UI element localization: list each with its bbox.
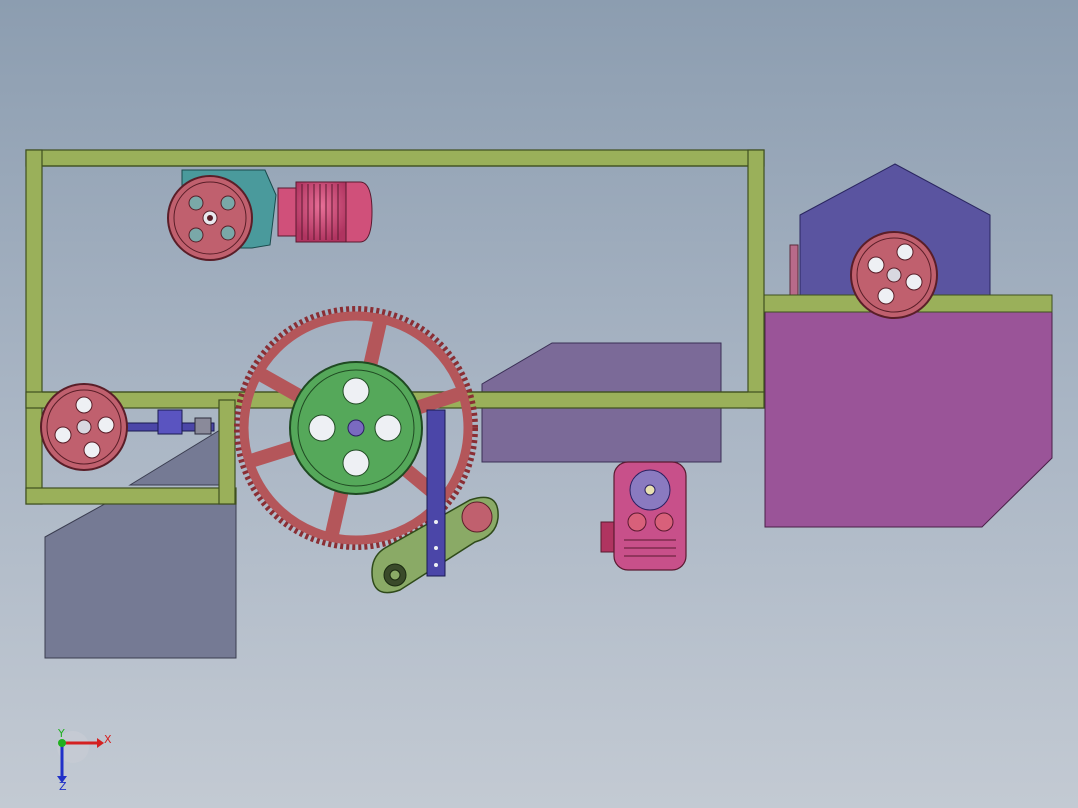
chute-top <box>128 429 221 486</box>
motor-reducer[interactable] <box>167 169 373 261</box>
vertical-bracket <box>426 409 446 577</box>
y-axis-dot <box>58 739 66 747</box>
frame-left-post <box>25 149 43 505</box>
motor-coupling <box>277 187 299 237</box>
top-pulley[interactable] <box>167 175 253 261</box>
motor-end-cap <box>345 181 373 243</box>
x-axis-label: X <box>104 733 112 746</box>
chute[interactable] <box>44 489 237 659</box>
right-pulley[interactable] <box>850 231 938 319</box>
drive-wheel[interactable] <box>289 361 423 495</box>
bottom-motor[interactable] <box>600 461 687 571</box>
frame-top-rail <box>25 149 765 167</box>
shaft-bearing <box>157 409 183 435</box>
z-axis-label: Z <box>59 780 67 793</box>
y-axis-label: Y <box>57 727 65 740</box>
cad-scene[interactable]: X Y Z <box>0 0 1078 808</box>
work-table[interactable] <box>764 311 1053 528</box>
frame-bottom-rail <box>25 487 237 505</box>
frame-right-post <box>747 149 765 409</box>
coordinate-triad: X Y Z <box>57 727 112 793</box>
hopper-post <box>789 244 799 298</box>
drive-wheel-hub <box>347 419 365 437</box>
frame-inner-post <box>218 399 236 505</box>
cad-viewport[interactable]: X Y Z <box>0 0 1078 808</box>
